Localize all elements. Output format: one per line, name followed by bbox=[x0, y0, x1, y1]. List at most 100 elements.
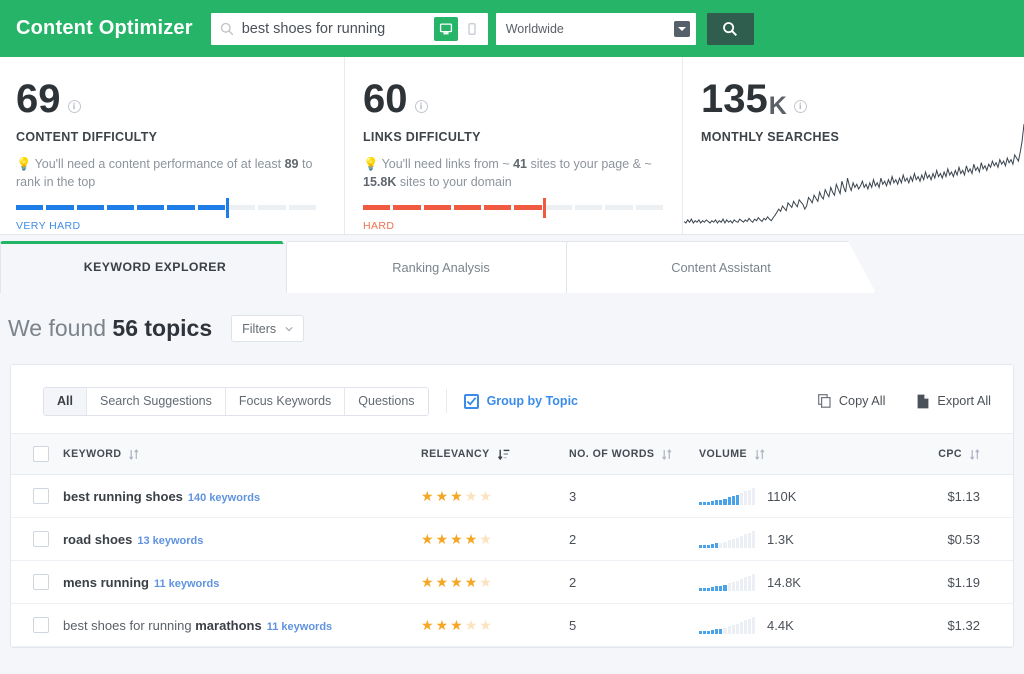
table-row[interactable]: best shoes for running marathons 11 keywo… bbox=[11, 603, 1013, 647]
star-icon: ★ bbox=[421, 488, 434, 504]
copy-all-label: Copy All bbox=[838, 394, 886, 408]
star-icon: ★ bbox=[464, 531, 478, 547]
row-select-cell bbox=[11, 603, 63, 647]
keyword-text[interactable]: road shoes bbox=[63, 532, 132, 547]
progress-segment bbox=[514, 205, 542, 211]
star-icon: ★ bbox=[435, 531, 449, 547]
mobile-icon[interactable] bbox=[459, 16, 484, 41]
caret-down-icon[interactable] bbox=[673, 20, 690, 37]
volume-bar bbox=[747, 489, 752, 505]
sort-icon[interactable] bbox=[970, 448, 980, 460]
tab-keyword-explorer[interactable]: KEYWORD EXPLORER bbox=[0, 241, 310, 293]
sort-icon[interactable] bbox=[662, 448, 672, 460]
volume-content: 4.4K bbox=[699, 616, 879, 634]
volume-value: 1.3K bbox=[767, 531, 794, 547]
volume-bar bbox=[723, 584, 727, 591]
hint-bold: 89 bbox=[284, 157, 299, 171]
volume-bar bbox=[739, 493, 743, 505]
volume-content: 110K bbox=[699, 487, 879, 505]
sort-icon[interactable] bbox=[129, 448, 139, 460]
volume-bar bbox=[743, 577, 747, 591]
location-select[interactable]: Worldwide bbox=[495, 12, 696, 45]
pill-questions[interactable]: Questions bbox=[345, 387, 428, 415]
progress-segment bbox=[605, 205, 633, 211]
copy-icon bbox=[817, 394, 831, 408]
cpc-cell: $1.13 bbox=[879, 474, 1013, 518]
volume-bar bbox=[715, 543, 719, 548]
document-icon bbox=[918, 394, 929, 408]
links-difficulty-value: 60 bbox=[363, 77, 408, 121]
th-keyword[interactable]: KEYWORD bbox=[63, 433, 421, 475]
volume-sparkbars bbox=[699, 616, 756, 634]
filters-label: Filters bbox=[242, 321, 277, 336]
volume-bar bbox=[747, 532, 752, 548]
star-icon: ★ bbox=[479, 574, 492, 590]
keyword-search-box[interactable]: best shoes for running bbox=[210, 12, 488, 45]
search-input[interactable]: best shoes for running bbox=[242, 21, 432, 37]
hint-pre: You'll need a content performance of at … bbox=[34, 157, 285, 171]
volume-bar bbox=[752, 487, 756, 505]
info-icon[interactable]: i bbox=[67, 100, 81, 113]
pill-focus-keywords[interactable]: Focus Keywords bbox=[225, 387, 346, 415]
th-cpc-label: CPC bbox=[938, 448, 962, 460]
copy-all-button[interactable]: Copy All bbox=[817, 394, 886, 408]
th-volume[interactable]: VOLUME bbox=[699, 433, 879, 475]
location-value: Worldwide bbox=[505, 21, 564, 36]
group-by-topic-checkbox[interactable] bbox=[463, 393, 479, 409]
volume-bar bbox=[731, 582, 735, 591]
tab-content-assistant[interactable]: Content Assistant bbox=[566, 241, 876, 293]
table-row[interactable]: mens running 11 keywords ★ ★ ★ ★ ★ 2 14.8K $1.19 bbox=[11, 560, 1013, 604]
keyword-count[interactable]: 140 keywords bbox=[188, 492, 260, 504]
th-relevancy[interactable]: RELEVANCY bbox=[421, 433, 569, 475]
volume-bar bbox=[715, 500, 719, 505]
keyword-text[interactable]: marathons bbox=[195, 618, 261, 633]
row-checkbox[interactable] bbox=[33, 488, 49, 505]
hint-post: sites to your domain bbox=[396, 175, 512, 190]
keyword-count[interactable]: 11 keywords bbox=[154, 578, 219, 590]
export-all-button[interactable]: Export All bbox=[917, 394, 991, 409]
volume-bar bbox=[719, 499, 723, 505]
progress-segment bbox=[46, 205, 74, 211]
sort-desc-icon[interactable] bbox=[497, 449, 510, 460]
tab-ranking-analysis[interactable]: Ranking Analysis bbox=[286, 241, 596, 293]
links-difficulty-value-wrap: 60 i bbox=[363, 79, 664, 119]
volume-bar bbox=[715, 629, 719, 634]
pill-search-suggestions[interactable]: Search Suggestions bbox=[86, 387, 226, 415]
th-cpc[interactable]: CPC bbox=[879, 433, 1013, 475]
th-volume-label: VOLUME bbox=[699, 448, 748, 460]
th-relevancy-label: RELEVANCY bbox=[421, 448, 490, 460]
volume-bar bbox=[739, 536, 743, 548]
info-icon[interactable]: i bbox=[414, 100, 428, 113]
keyword-count[interactable]: 11 keywords bbox=[267, 621, 332, 633]
table-row[interactable]: road shoes 13 keywords ★ ★ ★ ★ ★ 2 1.3K $0.53 bbox=[11, 517, 1013, 561]
search-submit-button[interactable] bbox=[706, 12, 754, 45]
content-difficulty-label: CONTENT DIFFICULTY bbox=[16, 130, 158, 144]
volume-bar bbox=[723, 498, 727, 505]
progress-segment bbox=[258, 205, 286, 211]
keyword-text[interactable]: mens running bbox=[63, 575, 149, 590]
group-by-topic-label[interactable]: Group by Topic bbox=[487, 394, 578, 408]
search-icon bbox=[220, 22, 234, 35]
row-checkbox[interactable] bbox=[33, 574, 49, 591]
star-icon: ★ bbox=[479, 531, 492, 547]
sort-icon[interactable] bbox=[755, 448, 765, 460]
desktop-icon[interactable] bbox=[433, 16, 458, 41]
table-row[interactable]: best running shoes 140 keywords ★ ★ ★ ★ ★ 3 110K… bbox=[11, 474, 1013, 518]
row-checkbox[interactable] bbox=[33, 531, 49, 548]
keyword-text[interactable]: best running shoes bbox=[63, 489, 183, 504]
th-no-of-words[interactable]: NO. OF WORDS bbox=[569, 433, 699, 475]
check-icon bbox=[466, 396, 476, 406]
links-difficulty-caption: HARD bbox=[363, 220, 395, 233]
filters-button[interactable]: Filters bbox=[231, 315, 305, 342]
keyword-count[interactable]: 13 keywords bbox=[137, 535, 203, 547]
volume-bar bbox=[707, 630, 711, 634]
select-all-checkbox[interactable] bbox=[33, 446, 49, 462]
hint-pre: You'll need links from ~ bbox=[381, 157, 514, 171]
info-icon[interactable]: i bbox=[793, 100, 807, 113]
table-header-row: KEYWORD RELEVANCY NO. OF WORDS VOLUME CP… bbox=[11, 433, 1013, 475]
row-checkbox[interactable] bbox=[33, 617, 49, 634]
volume-bar bbox=[719, 542, 723, 548]
lightbulb-icon: 💡 bbox=[16, 157, 32, 171]
pill-all[interactable]: All bbox=[44, 387, 87, 415]
volume-bar bbox=[747, 618, 752, 634]
